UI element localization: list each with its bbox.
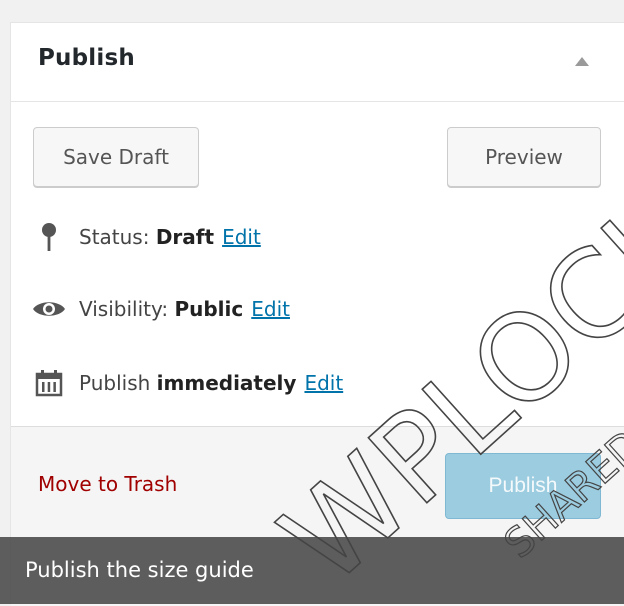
caption-bar: Publish the size guide [0, 537, 624, 604]
edit-status-link[interactable]: Edit [222, 225, 261, 249]
move-to-trash-link[interactable]: Move to Trash [38, 472, 177, 496]
edit-schedule-link[interactable]: Edit [304, 371, 343, 395]
status-row: Status: Draft Edit [31, 219, 261, 255]
save-draft-button[interactable]: Save Draft [33, 127, 199, 187]
status-text: Status: Draft [79, 225, 214, 249]
eye-icon [31, 291, 67, 327]
visibility-text: Visibility: Public [79, 297, 243, 321]
caption-text: Publish the size guide [25, 558, 254, 582]
publish-metabox: Publish Save Draft Preview Status: Draft… [10, 22, 624, 606]
preview-button[interactable]: Preview [447, 127, 601, 187]
edit-visibility-link[interactable]: Edit [251, 297, 290, 321]
pin-icon [31, 219, 67, 255]
publish-button[interactable]: Publish [445, 453, 601, 519]
collapse-arrow-icon[interactable] [575, 57, 589, 66]
schedule-label: Publish [79, 371, 151, 395]
schedule-value: immediately [156, 371, 297, 395]
page-background [0, 0, 624, 22]
schedule-row: Publish immediately Edit [31, 365, 343, 401]
status-label: Status: [79, 225, 150, 249]
status-value: Draft [155, 225, 215, 249]
calendar-icon [31, 365, 67, 401]
schedule-text: Publish immediately [79, 371, 296, 395]
visibility-label: Visibility: [79, 297, 169, 321]
visibility-value: Public [174, 297, 244, 321]
metabox-title: Publish [38, 45, 135, 71]
visibility-row: Visibility: Public Edit [31, 291, 290, 327]
metabox-header[interactable]: Publish [11, 23, 624, 102]
